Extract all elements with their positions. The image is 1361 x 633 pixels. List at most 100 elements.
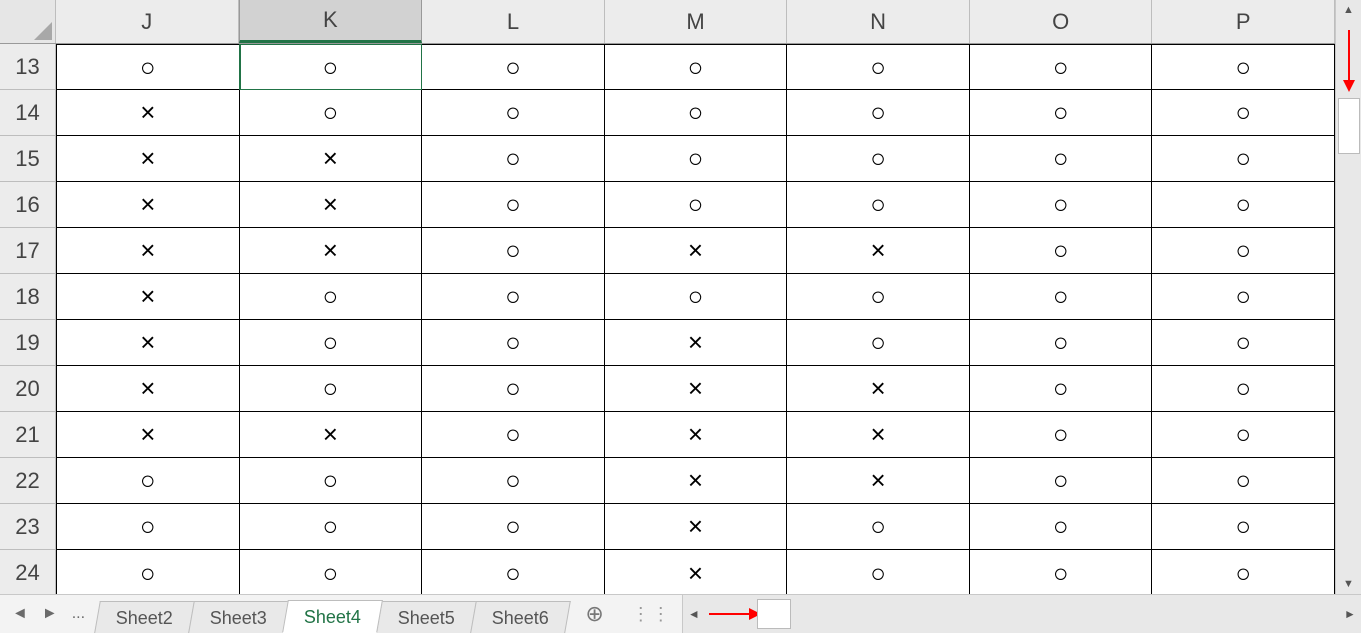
cell[interactable]: ○ xyxy=(240,504,423,550)
tab-sheet2[interactable]: Sheet2 xyxy=(94,601,195,633)
tabbar-splitter[interactable]: ⋮⋮ xyxy=(622,595,682,633)
cell[interactable]: ○ xyxy=(970,504,1153,550)
cell[interactable]: × xyxy=(605,550,788,594)
cell[interactable]: ○ xyxy=(422,182,605,228)
cell[interactable]: × xyxy=(56,182,240,228)
cell[interactable]: ○ xyxy=(422,228,605,274)
cell[interactable]: × xyxy=(56,136,240,182)
tab-scroll-left-button[interactable]: ◄ xyxy=(8,603,32,625)
cell[interactable]: ○ xyxy=(56,458,240,504)
row-header-13[interactable]: 13 xyxy=(0,44,56,90)
cell[interactable]: ○ xyxy=(970,228,1153,274)
horizontal-scroll-thumb[interactable] xyxy=(757,599,791,629)
cell[interactable]: × xyxy=(56,366,240,412)
column-header-j[interactable]: J xyxy=(56,0,239,43)
cell[interactable]: ○ xyxy=(422,458,605,504)
cell[interactable]: ○ xyxy=(240,550,423,594)
cell[interactable]: ○ xyxy=(1152,550,1335,594)
cell[interactable]: × xyxy=(56,320,240,366)
cell[interactable]: ○ xyxy=(787,44,970,90)
cell[interactable]: × xyxy=(56,274,240,320)
cell[interactable]: ○ xyxy=(787,182,970,228)
cell[interactable]: × xyxy=(605,504,788,550)
cell[interactable]: ○ xyxy=(240,44,423,90)
tab-sheet5[interactable]: Sheet5 xyxy=(376,601,477,633)
row-header-18[interactable]: 18 xyxy=(0,274,56,320)
cell[interactable]: ○ xyxy=(422,366,605,412)
cell[interactable]: × xyxy=(605,458,788,504)
select-all-corner[interactable] xyxy=(0,0,56,43)
cell[interactable]: ○ xyxy=(1152,228,1335,274)
cell[interactable]: × xyxy=(605,228,788,274)
hscroll-track[interactable] xyxy=(705,595,1339,633)
row-header-14[interactable]: 14 xyxy=(0,90,56,136)
row-header-24[interactable]: 24 xyxy=(0,550,56,594)
cell[interactable]: ○ xyxy=(422,320,605,366)
cell[interactable]: ○ xyxy=(970,320,1153,366)
cell[interactable]: ○ xyxy=(787,550,970,594)
cell[interactable]: ○ xyxy=(422,90,605,136)
cell[interactable]: ○ xyxy=(605,44,788,90)
cell[interactable]: × xyxy=(605,412,788,458)
scroll-right-button[interactable]: ► xyxy=(1339,595,1361,633)
cell[interactable]: ○ xyxy=(787,274,970,320)
cell[interactable]: ○ xyxy=(970,182,1153,228)
cell[interactable]: ○ xyxy=(240,320,423,366)
cell[interactable]: ○ xyxy=(787,320,970,366)
scroll-up-button[interactable]: ▲ xyxy=(1336,0,1361,20)
cell[interactable]: × xyxy=(787,228,970,274)
cell[interactable]: ○ xyxy=(787,136,970,182)
cell[interactable]: ○ xyxy=(422,550,605,594)
cell[interactable]: ○ xyxy=(970,44,1153,90)
row-header-22[interactable]: 22 xyxy=(0,458,56,504)
cell[interactable]: ○ xyxy=(422,44,605,90)
cell[interactable]: × xyxy=(56,90,240,136)
add-sheet-button[interactable]: ⊕ xyxy=(567,595,621,633)
scroll-left-button[interactable]: ◄ xyxy=(683,595,705,633)
tab-sheet4[interactable]: Sheet4 xyxy=(282,600,383,633)
tab-sheet3[interactable]: Sheet3 xyxy=(188,601,289,633)
cell[interactable]: ○ xyxy=(240,90,423,136)
tab-scroll-right-button[interactable]: ► xyxy=(38,603,62,625)
cell[interactable]: ○ xyxy=(1152,320,1335,366)
column-header-l[interactable]: L xyxy=(422,0,605,43)
row-header-15[interactable]: 15 xyxy=(0,136,56,182)
tab-sheet6[interactable]: Sheet6 xyxy=(470,601,571,633)
cell[interactable]: × xyxy=(56,228,240,274)
horizontal-scrollbar[interactable]: ◄ ► xyxy=(682,595,1361,633)
cell[interactable]: × xyxy=(787,458,970,504)
cell[interactable]: × xyxy=(240,412,423,458)
cell[interactable]: ○ xyxy=(970,412,1153,458)
cell[interactable]: ○ xyxy=(240,458,423,504)
cell[interactable]: ○ xyxy=(970,136,1153,182)
cell[interactable]: ○ xyxy=(422,136,605,182)
row-header-19[interactable]: 19 xyxy=(0,320,56,366)
cell[interactable]: ○ xyxy=(1152,44,1335,90)
cell[interactable]: ○ xyxy=(422,274,605,320)
cell[interactable]: ○ xyxy=(787,504,970,550)
cell[interactable]: ○ xyxy=(56,550,240,594)
cell[interactable]: × xyxy=(240,228,423,274)
cell[interactable]: ○ xyxy=(970,90,1153,136)
cell[interactable]: ○ xyxy=(1152,504,1335,550)
column-header-p[interactable]: P xyxy=(1152,0,1335,43)
cell[interactable]: × xyxy=(787,366,970,412)
cell[interactable]: ○ xyxy=(1152,182,1335,228)
cell[interactable]: × xyxy=(605,366,788,412)
cell[interactable]: ○ xyxy=(422,504,605,550)
column-header-o[interactable]: O xyxy=(970,0,1153,43)
cell[interactable]: ○ xyxy=(605,274,788,320)
cell[interactable]: ○ xyxy=(1152,366,1335,412)
cell[interactable]: × xyxy=(240,136,423,182)
cell[interactable]: ○ xyxy=(1152,412,1335,458)
cell[interactable]: × xyxy=(605,320,788,366)
cell[interactable]: ○ xyxy=(970,274,1153,320)
row-header-16[interactable]: 16 xyxy=(0,182,56,228)
cell[interactable]: × xyxy=(56,412,240,458)
cell[interactable]: ○ xyxy=(1152,274,1335,320)
cell[interactable]: × xyxy=(787,412,970,458)
cell[interactable]: ○ xyxy=(970,458,1153,504)
cell[interactable]: ○ xyxy=(1152,136,1335,182)
row-header-23[interactable]: 23 xyxy=(0,504,56,550)
cell[interactable]: ○ xyxy=(1152,458,1335,504)
